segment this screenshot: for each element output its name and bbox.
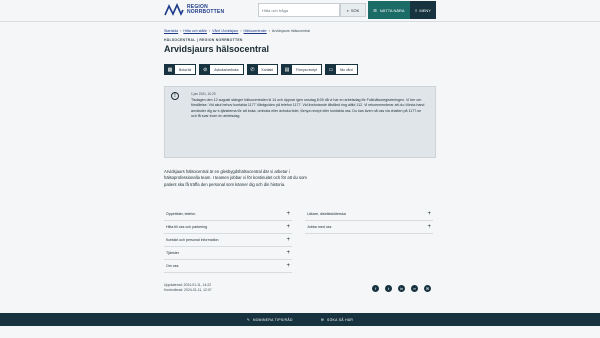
accordion-label: Kontakt och personal information	[166, 238, 219, 242]
breadcrumb-item[interactable]: Hitta och ställe	[183, 29, 207, 33]
search-button-label: SÖK	[350, 7, 360, 13]
location-icon: ⊞	[373, 7, 377, 13]
accordion-label: Tjänster	[166, 251, 179, 255]
breadcrumb-item[interactable]: Hälsocentraler	[244, 29, 267, 33]
plus-icon: +	[427, 224, 431, 230]
search-icon: ⌕	[346, 7, 349, 13]
page-title: Arvidsjaurs hälsocentral	[164, 44, 270, 54]
nearby-button-label: NÄTTA NÄRA	[379, 7, 405, 13]
page-overline: HÄLSOCENTRAL | REGION NORRBOTTEN	[164, 38, 243, 42]
plus-icon: +	[286, 211, 290, 217]
accordion-item[interactable]: Läkare, distriktsköterska +	[305, 208, 433, 221]
prescription-icon: ▤	[282, 65, 293, 74]
cancel-appointment-button[interactable]: ⊘ Avboka/omboka	[199, 64, 244, 75]
breadcrumb-separator: ›	[268, 29, 270, 33]
accordion-label: Läkare, distriktsköterska	[307, 212, 346, 216]
notice-text: Tisdagen den 12 augusti stänger hälsocen…	[191, 98, 425, 118]
logo-line2: NORRBOTTEN	[187, 9, 225, 15]
accordion-item[interactable]: Jobba med oss +	[305, 221, 433, 234]
chat-icon: ▭	[325, 65, 336, 74]
action-label: Nio vård	[339, 67, 353, 72]
action-label: Kontakt	[261, 67, 274, 72]
mail-icon[interactable]: ✉	[424, 285, 431, 292]
footer-link-label: SÖKA SÅ HÄR	[327, 317, 354, 322]
plus-icon: +	[286, 250, 290, 256]
action-buttons: ▦ Boka tid ⊘ Avboka/omboka ✆ Kontakt ▤ F…	[164, 64, 358, 75]
link-icon[interactable]: ∞	[411, 285, 418, 292]
breadcrumb-current: Arvidsjaurs hälsocentral	[271, 29, 311, 33]
action-label: Avboka/omboka	[214, 67, 239, 72]
accordion-item[interactable]: Hitta till oss och parkering +	[164, 221, 292, 234]
accordion-label: Öppettider, telefon	[166, 212, 196, 216]
footer-link-tips[interactable]: ✎ NOMINERA TIPS/RÅD	[247, 318, 293, 322]
footer-bar: ✎ NOMINERA TIPS/RÅD ⚒ SÖKA SÅ HÄR	[0, 313, 600, 326]
breadcrumb-separator: ›	[208, 29, 211, 33]
breadcrumb-separator: ›	[240, 29, 242, 33]
accordion-item[interactable]: Kontakt och personal information +	[164, 234, 292, 247]
book-appointment-button[interactable]: ▦ Boka tid	[164, 64, 197, 75]
renew-prescription-button[interactable]: ▤ Förnya recept	[281, 64, 322, 75]
tools-icon: ⚒	[320, 317, 325, 322]
phone-icon: ✆	[247, 65, 258, 74]
calendar-x-icon: ⊘	[200, 65, 211, 74]
hamburger-icon: ≡	[415, 7, 418, 13]
facebook-icon[interactable]: f	[372, 285, 379, 292]
region-logo[interactable]: REGION NORRBOTTEN	[164, 3, 224, 17]
menu-button-label: MENY	[419, 7, 431, 13]
site-header: REGION NORRBOTTEN Hitta och fråga ⌕ SÖK …	[0, 0, 600, 22]
update-info: Uppdaterad: 2024-01-11, 14:22 Kontroller…	[164, 283, 212, 293]
breadcrumb: Startsida › Hitta och ställe › Vård i Arvi…	[164, 29, 310, 33]
nearby-button[interactable]: ⊞ NÄTTA NÄRA	[368, 1, 410, 19]
checked-date: Kontrollerad: 2024-01-11, 12:07	[164, 288, 212, 292]
notice-date: 1 jan 2021, 10:20	[191, 92, 216, 96]
accordion-label: Hitta till oss och parkering	[166, 225, 208, 229]
intro-text: Arvidsjaurs hälsocentral är en glesbygds…	[164, 169, 307, 187]
chat-care-button[interactable]: ▭ Nio vård	[324, 64, 358, 75]
share-icons: f t in ∞ ✉	[372, 285, 431, 292]
plus-icon: +	[286, 224, 290, 230]
accordion-item[interactable]: Tjänster +	[164, 247, 292, 260]
plus-icon: +	[286, 263, 290, 269]
accordion-list-right: Läkare, distriktsköterska + Jobba med oss…	[305, 208, 433, 234]
action-label: Förnya recept	[296, 67, 317, 72]
breadcrumb-item[interactable]: Vård i Arvidsjaur	[212, 29, 238, 33]
tip-icon: ✎	[246, 317, 250, 322]
search-button[interactable]: ⌕ SÖK	[340, 3, 366, 17]
contact-button[interactable]: ✆ Kontakt	[246, 64, 279, 75]
footer-link-label: NOMINERA TIPS/RÅD	[253, 317, 293, 322]
accordion-item[interactable]: Öppettider, telefon +	[164, 208, 292, 221]
footer-link-search[interactable]: ⚒ SÖKA SÅ HÄR	[321, 318, 353, 322]
breadcrumb-item[interactable]: Startsida	[164, 29, 178, 33]
accordion-label: Om oss	[166, 264, 179, 268]
accordion-list-left: Öppettider, telefon + Hitta till oss och …	[164, 208, 292, 273]
linkedin-icon[interactable]: in	[398, 285, 405, 292]
notice-box: ! 1 jan 2021, 10:20 Tisdagen den 12 augu…	[164, 86, 436, 158]
accordion-item[interactable]: Om oss +	[164, 260, 292, 273]
action-label: Boka tid	[179, 67, 192, 72]
plus-icon: +	[427, 211, 431, 217]
breadcrumb-separator: ›	[180, 29, 182, 33]
logo-mark-icon	[164, 3, 184, 16]
calendar-icon: ▦	[165, 65, 175, 74]
accordion-label: Jobba med oss	[307, 225, 332, 229]
menu-button[interactable]: ≡ MENY	[410, 1, 436, 19]
info-icon: !	[171, 92, 179, 100]
search-input[interactable]: Hitta och fråga	[258, 3, 340, 17]
twitter-icon[interactable]: t	[385, 285, 392, 292]
plus-icon: +	[286, 237, 290, 243]
footer-bottom	[0, 326, 600, 338]
